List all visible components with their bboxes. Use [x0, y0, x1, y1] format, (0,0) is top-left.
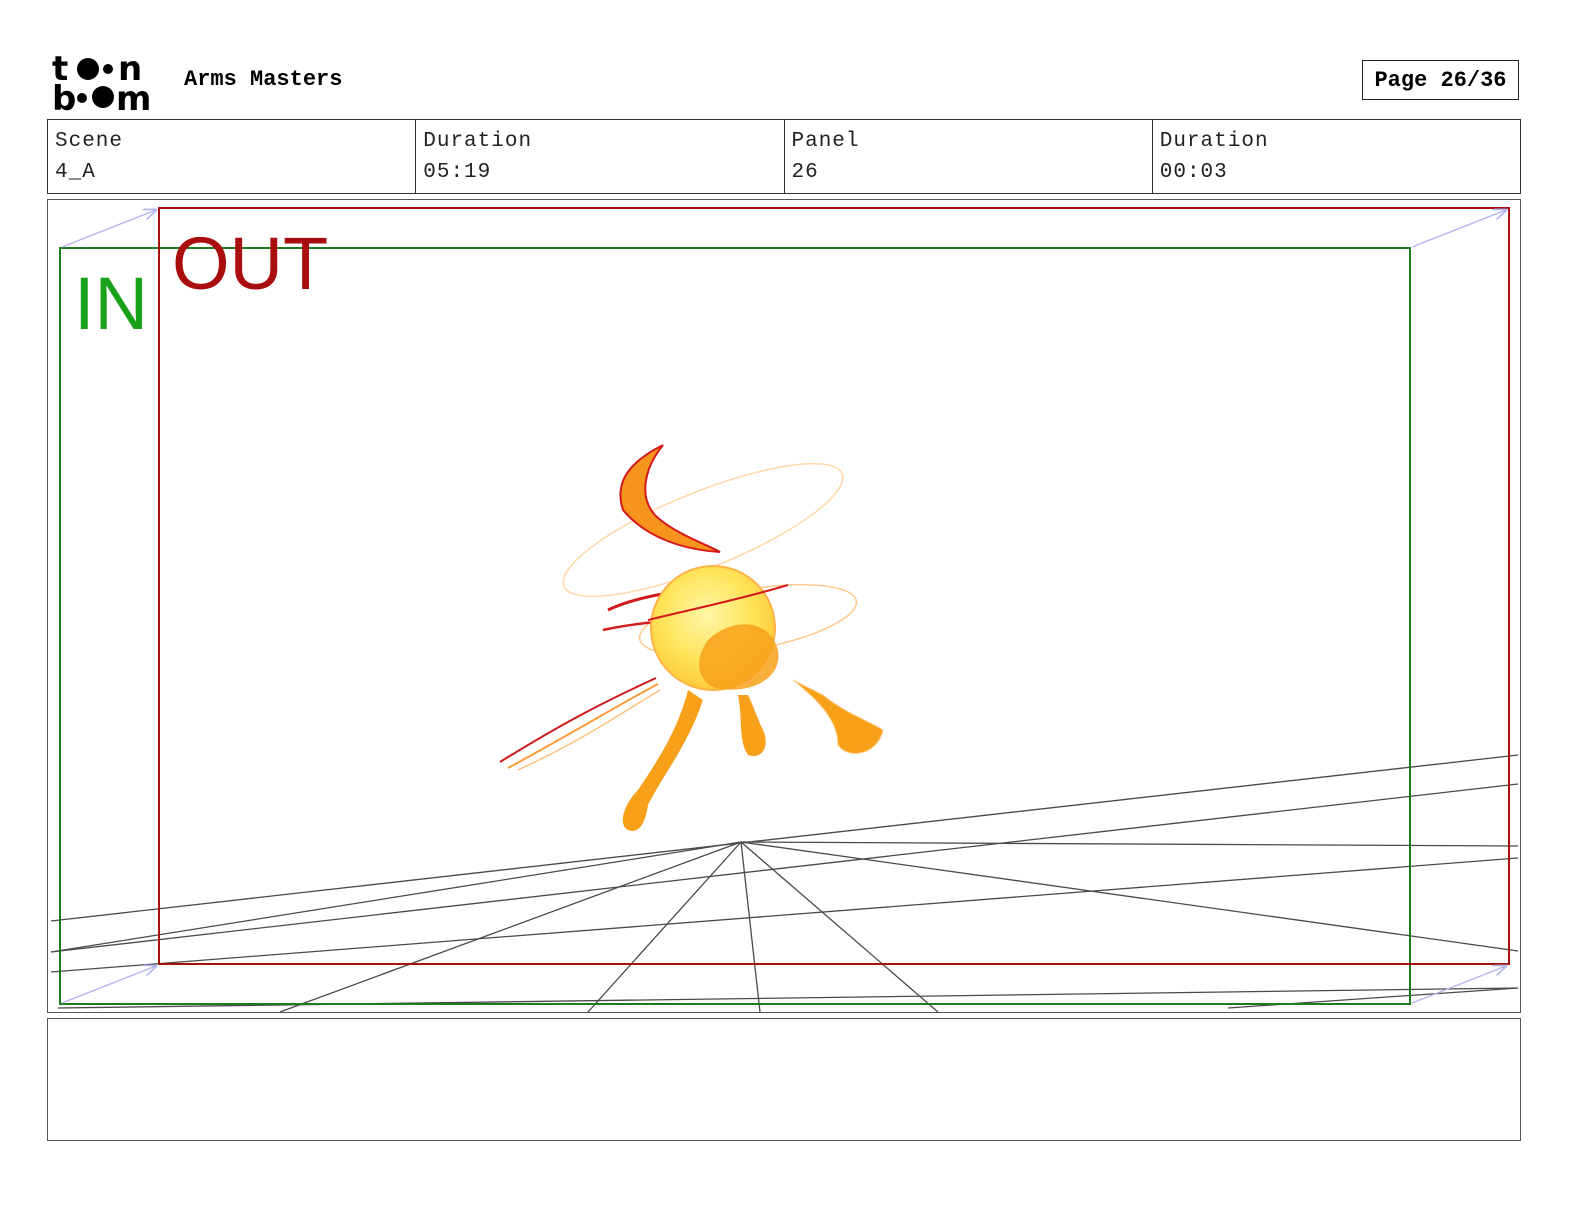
- panel-info-table: Scene 4_A Duration 05:19 Panel 26 Durati…: [47, 119, 1521, 194]
- page-number: Page 26/36: [1362, 60, 1519, 100]
- svg-text:m: m: [116, 79, 151, 112]
- scene-value: 4_A: [55, 161, 96, 184]
- panel-duration-value: 00:03: [1159, 161, 1228, 184]
- fire-orb-character: [499, 444, 884, 831]
- out-frame: [158, 207, 1510, 965]
- perspective-lines: [50, 754, 1519, 1012]
- panel-cell: Panel 26: [785, 120, 1153, 193]
- project-title: Arms Masters: [184, 67, 343, 92]
- scene-duration-cell: Duration 05:19: [416, 120, 785, 193]
- scene-label: Scene: [55, 130, 124, 153]
- panel-drawing: [50, 207, 1519, 1012]
- camera-move-arrows: [61, 210, 1506, 1004]
- out-frame-label: OUT: [172, 222, 329, 305]
- scene-duration-value: 05:19: [423, 161, 492, 184]
- scene-duration-label: Duration: [423, 130, 533, 153]
- toon-boom-logo: t n b m: [52, 52, 151, 112]
- panel-duration-cell: Duration 00:03: [1153, 120, 1520, 193]
- storyboard-panel: IN OUT: [47, 199, 1521, 1013]
- in-frame-label: IN: [74, 262, 148, 345]
- svg-text:b: b: [52, 79, 76, 112]
- panel-value: 26: [791, 161, 819, 184]
- scene-cell: Scene 4_A: [48, 120, 417, 193]
- panel-duration-label: Duration: [1159, 130, 1269, 153]
- panel-label: Panel: [791, 130, 860, 153]
- notes-box: [47, 1018, 1521, 1141]
